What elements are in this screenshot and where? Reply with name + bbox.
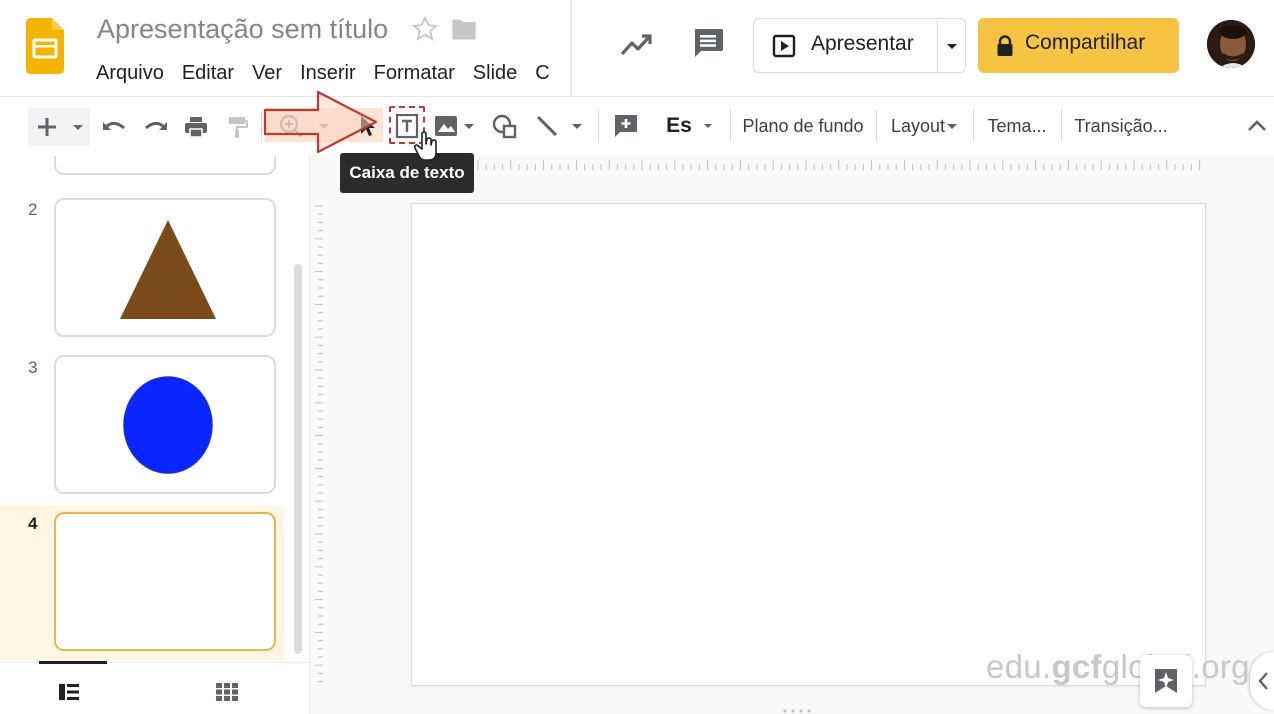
background-label: Plano de fundo — [742, 115, 864, 136]
chevron-down-icon — [947, 124, 958, 129]
add-comment-icon — [615, 115, 637, 137]
insert-shape-button[interactable] — [488, 96, 520, 156]
star-icon[interactable] — [411, 15, 439, 43]
circle-shape — [123, 376, 213, 474]
header-divider — [570, 0, 572, 96]
side-panel-toggle[interactable] — [1250, 652, 1274, 710]
explore-icon — [1155, 669, 1177, 693]
slide-thumbnail-3[interactable] — [54, 355, 276, 494]
filmstrip-scrollbar[interactable] — [294, 264, 302, 654]
slide-number: 2 — [28, 200, 38, 219]
tooltip: Caixa de texto — [340, 153, 474, 193]
toolbar-divider — [730, 110, 731, 142]
new-slide-icon — [38, 118, 83, 136]
toolbar-divider — [598, 110, 599, 142]
menu-truncated[interactable]: C — [535, 60, 549, 86]
lock-icon — [997, 35, 1013, 56]
vertical-ruler[interactable] — [312, 204, 326, 684]
share-label: Compartilhar — [1025, 31, 1146, 54]
tooltip-text: Caixa de texto — [349, 163, 465, 182]
print-button[interactable] — [180, 97, 212, 157]
redo-icon — [145, 121, 167, 130]
toolbar-divider — [1061, 110, 1062, 142]
slide-thumbnail-2[interactable] — [54, 198, 276, 337]
shape-icon — [492, 114, 517, 139]
insert-line-button[interactable] — [532, 96, 588, 156]
menu-editar[interactable]: Editar — [182, 60, 234, 86]
menu-bar: Arquivo Editar Ver Inserir Formatar Slide C — [96, 60, 572, 88]
line-icon — [536, 115, 582, 137]
menu-formatar[interactable]: Formatar — [374, 60, 455, 86]
layout-label: Layout — [890, 115, 946, 136]
toolbar-divider — [876, 110, 877, 142]
transition-label: Transição... — [1074, 115, 1168, 136]
new-slide-button[interactable] — [28, 97, 90, 157]
collapse-icon — [1248, 120, 1266, 131]
active-view-indicator — [39, 661, 107, 664]
slide-number: 4 — [28, 514, 38, 533]
list-view-icon[interactable] — [58, 683, 80, 701]
layout-dropdown[interactable]: Layout — [888, 96, 962, 156]
present-divider — [937, 19, 938, 72]
speaker-notes-handle[interactable] — [780, 708, 814, 714]
slides-logo-icon[interactable] — [26, 18, 64, 74]
watermark: edu.gcfglobal.org — [986, 648, 1250, 686]
present-options-chevron-down-icon[interactable] — [942, 36, 962, 56]
background-button[interactable]: Plano de fundo — [742, 96, 864, 156]
avatar[interactable] — [1207, 20, 1255, 68]
horizontal-ruler[interactable] — [476, 156, 1206, 174]
paint-format-icon — [229, 117, 248, 138]
filmstrip-footer — [0, 661, 309, 714]
chevron-down-icon — [703, 124, 712, 128]
watermark-brand: gcf — [1051, 648, 1102, 685]
triangle-shape — [120, 220, 216, 319]
explore-button[interactable] — [1140, 655, 1192, 707]
present-label: Apresentar — [811, 32, 914, 55]
toolbar-divider — [973, 110, 974, 142]
folder-icon[interactable] — [450, 16, 478, 42]
menu-inserir[interactable]: Inserir — [300, 60, 356, 86]
theme-label: Tema... — [987, 115, 1047, 136]
activity-trend-icon[interactable] — [618, 28, 654, 60]
add-comment-button[interactable] — [610, 96, 642, 156]
comment-icon[interactable] — [690, 25, 726, 61]
undo-icon — [103, 121, 125, 130]
avatar-photo — [1207, 20, 1255, 68]
hand-cursor-icon — [413, 131, 437, 161]
transition-button[interactable]: Transição... — [1072, 96, 1170, 156]
present-button[interactable]: Apresentar — [753, 18, 966, 73]
menu-arquivo[interactable]: Arquivo — [96, 60, 164, 86]
grid-view-icon[interactable] — [216, 683, 238, 701]
slide-thumbnail-4[interactable] — [54, 512, 276, 651]
annotation-arrow — [263, 90, 378, 154]
menu-slide[interactable]: Slide — [473, 60, 517, 86]
document-title[interactable]: Apresentação sem título — [97, 14, 388, 45]
slide-number: 3 — [28, 358, 38, 377]
chevron-left-icon — [1258, 672, 1268, 690]
app-header: Apresentação sem título Arquivo Editar Ver… — [0, 0, 1274, 96]
theme-button[interactable]: Tema... — [984, 96, 1050, 156]
present-icon — [772, 34, 796, 58]
menu-ver[interactable]: Ver — [252, 60, 282, 86]
undo-button[interactable] — [98, 97, 130, 157]
slide-canvas[interactable] — [411, 203, 1206, 686]
print-icon — [185, 117, 207, 138]
watermark-prefix: edu. — [986, 648, 1052, 685]
share-button[interactable]: Compartilhar — [978, 18, 1179, 73]
text-style-label: Es — [666, 114, 692, 137]
collapse-toolbar-button[interactable] — [1240, 96, 1274, 156]
paint-format-button[interactable] — [222, 97, 252, 157]
redo-button[interactable] — [140, 97, 172, 157]
filmstrip: 2 3 4 — [0, 156, 309, 662]
text-style-dropdown[interactable]: Es — [662, 96, 720, 156]
slide-thumbnail-1[interactable] — [54, 156, 276, 175]
